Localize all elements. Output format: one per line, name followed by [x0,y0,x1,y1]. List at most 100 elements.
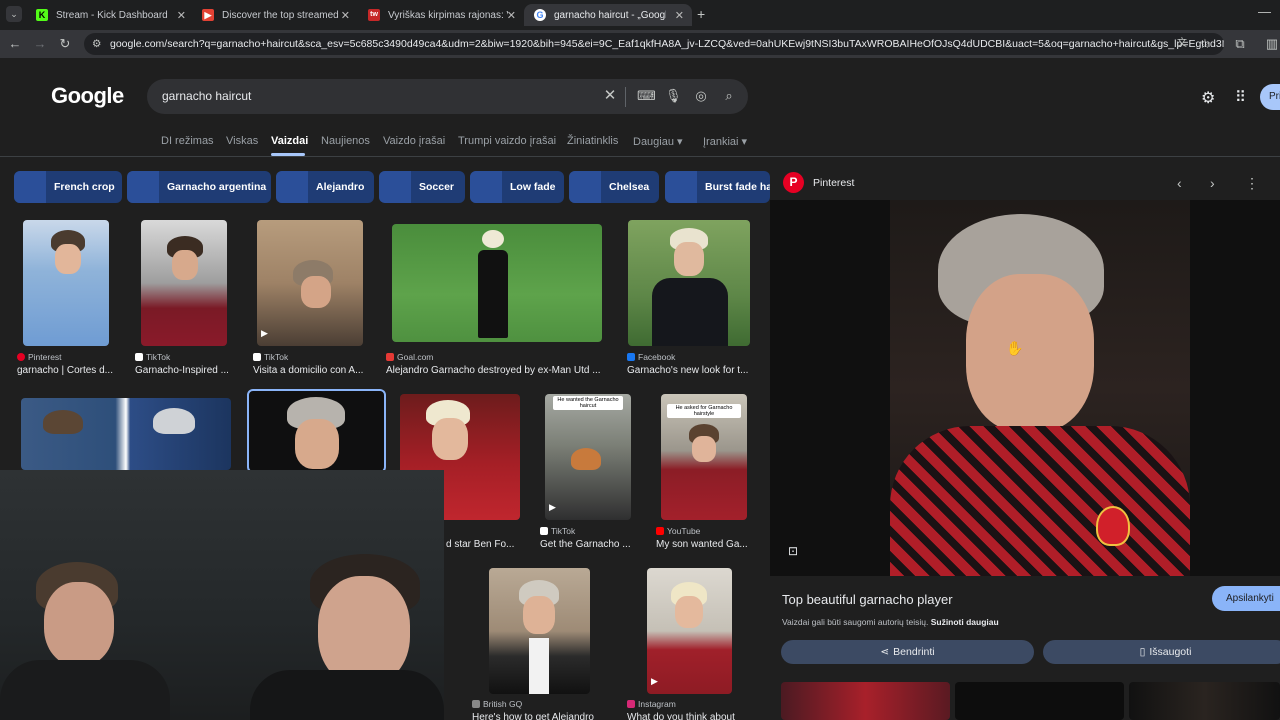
preview-image[interactable]: ✋ ⊡ [770,200,1280,576]
chip-soccer[interactable]: Soccer [379,171,465,203]
result-image[interactable]: He asked for Garnacho hairstyle [661,394,747,520]
chip-low-fade[interactable]: Low fade [470,171,564,203]
tab-news[interactable]: Naujienos [321,135,370,147]
result-caption[interactable]: My son wanted Ga... [656,539,752,550]
tab-web[interactable]: Žiniatinklis [567,135,618,147]
tab-search-button[interactable]: ⌄ [6,6,22,22]
keyboard-icon[interactable]: ⌨ [637,88,656,104]
close-icon[interactable]: ✕ [341,9,350,22]
result-caption[interactable]: Garnacho-Inspired ... [135,365,235,376]
tab-google[interactable]: Ggarnacho haircut - „Google“ paieška✕ [524,4,692,26]
selected-result-image[interactable] [247,389,386,473]
tab-images[interactable]: Vaizdai [271,135,308,147]
forward-icon[interactable]: → [30,34,50,54]
translate-icon[interactable]: 文 [1172,34,1192,54]
goal-icon [386,353,394,361]
learn-more-link[interactable]: Sužinoti daugiau [931,617,999,627]
microphone-icon[interactable]: 🎙 [665,88,682,104]
visit-button[interactable]: Apsilankyti [1212,586,1280,611]
result-caption[interactable]: Here's how to get Alejandro [472,712,602,720]
tab-all[interactable]: Viskas [226,135,258,147]
site-info-icon[interactable]: ⚙ [92,33,101,55]
result-image[interactable] [21,398,231,470]
result-caption[interactable]: Alejandro Garnacho destroyed by ex-Man U… [386,365,608,376]
back-icon[interactable]: ← [5,34,25,54]
save-button[interactable]: ▯ Išsaugoti [1043,640,1280,664]
result-image[interactable] [141,220,227,346]
reload-icon[interactable]: ↻ [55,34,75,54]
result-source: Goal.com [386,352,586,362]
cursor-icon: ✋ [1006,340,1024,356]
tab-music[interactable]: ▶Discover the top streamed music✕ [192,4,358,26]
pinterest-icon: P [783,172,804,193]
result-caption[interactable]: Visita a domicilio con A... [253,365,369,376]
related-image[interactable] [1129,682,1280,720]
tab-videos[interactable]: Vaizdo įrašai [383,135,445,147]
lens-search-icon[interactable]: ⊡ [788,544,798,558]
close-icon[interactable]: ✕ [507,9,516,22]
overlay-text: He wanted the Garnacho haircut [553,396,623,410]
bookmark-star-icon[interactable]: ☆ [1195,34,1215,54]
apps-icon[interactable]: ⠿ [1235,88,1246,106]
settings-icon[interactable]: ⚙ [1201,88,1215,108]
tab-kick[interactable]: K Stream - Kick Dashboard ✕ [26,4,194,26]
new-tab-icon[interactable]: + [697,6,705,22]
music-icon: ▶ [202,9,214,21]
lens-icon[interactable]: ◎ [693,88,709,104]
more-options-icon[interactable]: ⋮ [1245,175,1259,192]
address-bar[interactable]: ⚙ google.com/search?q=garnacho+haircut&sc… [84,33,1224,55]
face-shape [295,419,339,469]
extensions-icon[interactable]: ⧉ [1230,34,1250,54]
share-button[interactable]: ⋖ Bendrinti [781,640,1034,664]
google-logo[interactable]: Google [51,83,124,109]
face-shape [966,274,1094,432]
result-image[interactable] [23,220,109,346]
related-image[interactable] [781,682,950,720]
chip-french-crop[interactable]: French crop [14,171,122,203]
result-caption[interactable]: Get the Garnacho ... [540,539,640,550]
face-shape [674,242,704,276]
webcam-overlay [0,470,444,720]
chip-thumbnail [14,171,46,203]
tab-short-videos[interactable]: Trumpi vaizdo įrašai [458,135,556,147]
result-caption[interactable]: What do you think about [627,712,757,720]
result-image[interactable] [489,568,590,694]
result-caption[interactable]: Garnacho's new look for t... [627,365,751,376]
minimize-icon[interactable]: — [1258,4,1271,19]
result-caption[interactable]: garnacho | Cortes d... [17,365,121,376]
result-image[interactable]: ▶ [257,220,363,346]
chip-alejandro[interactable]: Alejandro [276,171,374,203]
overlay-text: He asked for Garnacho hairstyle [667,404,741,418]
result-image[interactable]: ▶ [647,568,732,694]
chip-garnacho-argentina[interactable]: Garnacho argentina [127,171,271,203]
clear-icon[interactable]: ✕ [602,88,618,104]
sidebar-icon[interactable]: ▥ [1262,34,1280,54]
tab-salon[interactable]: twVyriškas kirpimas rajonas: Vilnius✕ [358,4,524,26]
face-shape [523,596,555,634]
previous-icon[interactable]: ‹ [1177,175,1182,191]
chip-burst-fade[interactable]: Burst fade hai [665,171,770,203]
result-image[interactable]: He wanted the Garnacho haircut ▶ [545,394,631,520]
panel-title[interactable]: Top beautiful garnacho player [782,592,953,607]
result-image[interactable] [628,220,750,346]
hair-shape [153,408,195,434]
shirt-shape [890,426,1190,576]
result-source: TikTok [135,352,235,362]
tab-ai-mode[interactable]: DI režimas [161,135,214,147]
search-input[interactable]: garnacho haircut [162,89,251,103]
panel-source[interactable]: Pinterest [813,177,854,189]
tab-tools[interactable]: Įrankiai ▾ [703,135,747,148]
next-icon[interactable]: › [1210,175,1215,191]
salon-icon: tw [368,9,380,21]
close-icon[interactable]: ✕ [177,9,186,22]
result-image[interactable] [392,224,602,342]
close-icon[interactable]: ✕ [675,9,684,22]
result-caption[interactable]: d star Ben Fo... [446,539,520,550]
instagram-icon [627,700,635,708]
chip-chelsea[interactable]: Chelsea [569,171,659,203]
sign-in-button[interactable]: Pri [1260,84,1280,110]
search-icon[interactable]: ⌕ [721,88,737,104]
related-image[interactable] [955,682,1124,720]
face-shape [675,596,703,628]
tab-more[interactable]: Daugiau ▾ [633,135,683,148]
